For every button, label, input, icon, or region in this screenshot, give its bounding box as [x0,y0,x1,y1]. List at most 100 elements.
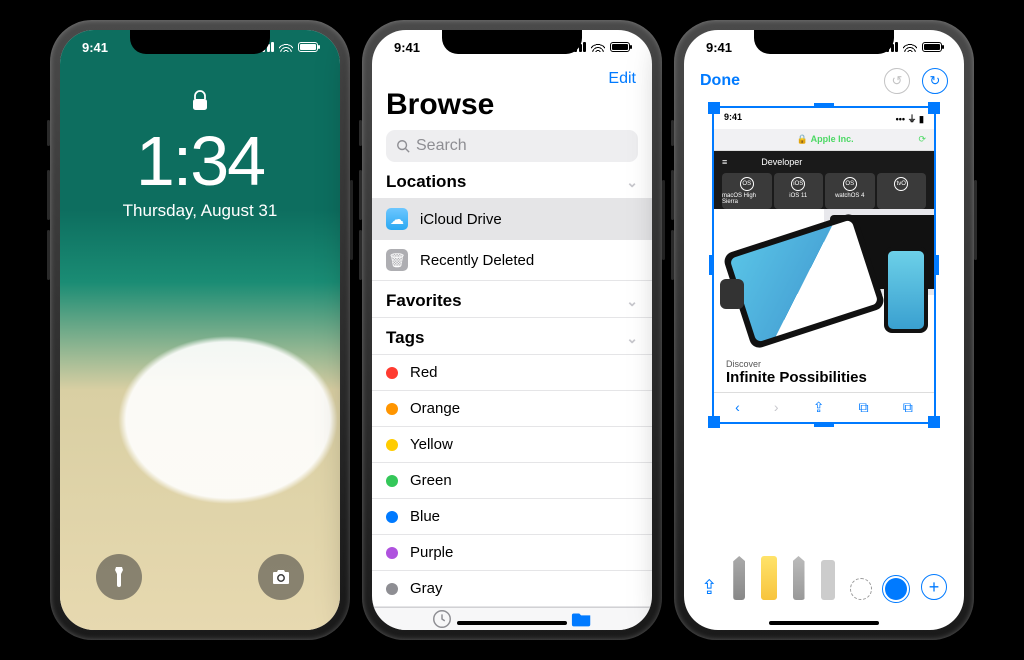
discover-title: Infinite Possibilities [726,369,922,386]
location-label: Recently Deleted [420,252,534,269]
done-button[interactable]: Done [700,72,740,90]
tag-label: Purple [410,544,453,561]
tag-label: Blue [410,508,440,525]
share-button[interactable]: ⇪ [701,575,718,600]
wifi-icon [903,42,917,52]
tag-label: Gray [410,580,443,597]
back-icon[interactable]: ‹ [735,399,740,416]
edit-button[interactable]: Edit [608,70,636,88]
eraser-tool[interactable] [820,560,836,600]
undo-button[interactable]: ↺ [884,68,910,94]
tag-color-dot [386,475,398,487]
notch [754,30,894,54]
home-indicator[interactable] [457,621,567,625]
os-pill: OSwatchOS 4 [825,173,875,209]
tag-label: Yellow [410,436,453,453]
section-header-locations[interactable]: Locations ⌄ [372,162,652,199]
tab-bar: Recents Browse [372,607,652,630]
tag-row[interactable]: Purple [372,535,652,571]
crop-handle[interactable] [928,102,940,114]
notch [130,30,270,54]
crop-handle[interactable] [935,255,939,275]
os-pill: iOSiOS 11 [774,173,824,209]
camera-button[interactable] [258,554,304,600]
trash-icon: 🗑 [386,249,408,271]
section-header-favorites[interactable]: Favorites ⌄ [372,281,652,318]
status-time: 9:41 [394,40,420,55]
color-picker[interactable] [885,578,907,600]
crop-handle[interactable] [814,103,834,107]
shot-status-icons: ••• ⏚ ▮ [896,112,924,125]
discover-kicker: Discover [726,359,922,369]
tag-row[interactable]: Yellow [372,427,652,463]
iphone-lockscreen: 9:41 1:34 Thursday, August 31 [50,20,350,640]
battery-icon [922,42,942,52]
page-title: Browse [386,88,638,122]
cloud-icon: ☁ [386,208,408,230]
wifi-icon [591,42,605,52]
iphone-markup-editor: 9:41 Done ↺ ↻ 9:41 [674,20,974,640]
section-header-tags[interactable]: Tags ⌄ [372,318,652,355]
forward-icon[interactable]: › [774,399,779,416]
redo-button[interactable]: ↻ [922,68,948,94]
tag-label: Green [410,472,452,489]
crop-handle[interactable] [814,423,834,427]
pen-tool[interactable] [731,556,747,600]
search-placeholder: Search [416,137,467,155]
tag-color-dot [386,583,398,595]
search-input[interactable]: Search [386,130,638,162]
wifi-icon [279,42,293,52]
tag-color-dot [386,367,398,379]
tab-recents[interactable]: Recents [372,608,512,630]
developer-brand: ≡ Developer [722,157,926,167]
crop-handle[interactable] [708,416,720,428]
crop-frame[interactable]: 9:41 ••• ⏚ ▮ 🔒 Apple Inc. ⟳ ≡ Developer … [712,106,936,424]
add-shape-button[interactable]: + [921,574,947,600]
tabs-icon[interactable]: ⧉ [903,399,913,416]
lasso-tool[interactable] [850,578,872,600]
safari-toolbar: ‹ › ⇪ ⧉ ⧉ [714,392,934,422]
chevron-down-icon: ⌄ [626,174,638,191]
refresh-icon: ⟳ [918,134,926,145]
screenshot-content: 9:41 ••• ⏚ ▮ 🔒 Apple Inc. ⟳ ≡ Developer … [714,108,934,422]
crop-handle[interactable] [708,102,720,114]
notch [442,30,582,54]
share-icon[interactable]: ⇪ [813,399,825,416]
flashlight-button[interactable] [96,554,142,600]
chevron-down-icon: ⌄ [626,330,638,347]
clock-icon [430,608,454,630]
iphone-files-app: 9:41 Edit Browse Search Locations ⌄ ☁ iC… [362,20,662,640]
home-indicator[interactable] [769,621,879,625]
markup-toolbar: ⇪ + [684,560,964,630]
tag-row[interactable]: Red [372,355,652,391]
url-host: 🔒 Apple Inc. [797,134,854,145]
tag-color-dot [386,403,398,415]
tag-row[interactable]: Gray [372,571,652,607]
tag-row[interactable]: Green [372,463,652,499]
tab-browse[interactable]: Browse [512,608,652,630]
crop-handle[interactable] [928,416,940,428]
battery-icon [298,42,318,52]
tag-label: Orange [410,400,460,417]
chevron-down-icon: ⌄ [626,293,638,310]
tag-color-dot [386,511,398,523]
location-icloud-drive[interactable]: ☁ iCloud Drive [372,199,652,240]
tag-color-dot [386,547,398,559]
shot-status-time: 9:41 [724,112,742,125]
tag-row[interactable]: Blue [372,499,652,535]
safari-address-bar: 🔒 Apple Inc. ⟳ [714,129,934,151]
highlighter-tool[interactable] [761,556,777,600]
status-time: 9:41 [82,40,108,55]
pencil-tool[interactable] [791,556,807,600]
folder-icon [570,608,594,630]
tag-row[interactable]: Orange [372,391,652,427]
location-recently-deleted[interactable]: 🗑 Recently Deleted [372,240,652,281]
os-pill: tvO [877,173,927,209]
lock-icon [60,90,340,117]
crop-handle[interactable] [709,255,713,275]
lock-date: Thursday, August 31 [60,201,340,221]
status-time: 9:41 [706,40,732,55]
bookmarks-icon[interactable]: ⧉ [859,399,869,416]
os-pill: OSmacOS High Sierra [722,173,772,209]
tag-label: Red [410,364,438,381]
